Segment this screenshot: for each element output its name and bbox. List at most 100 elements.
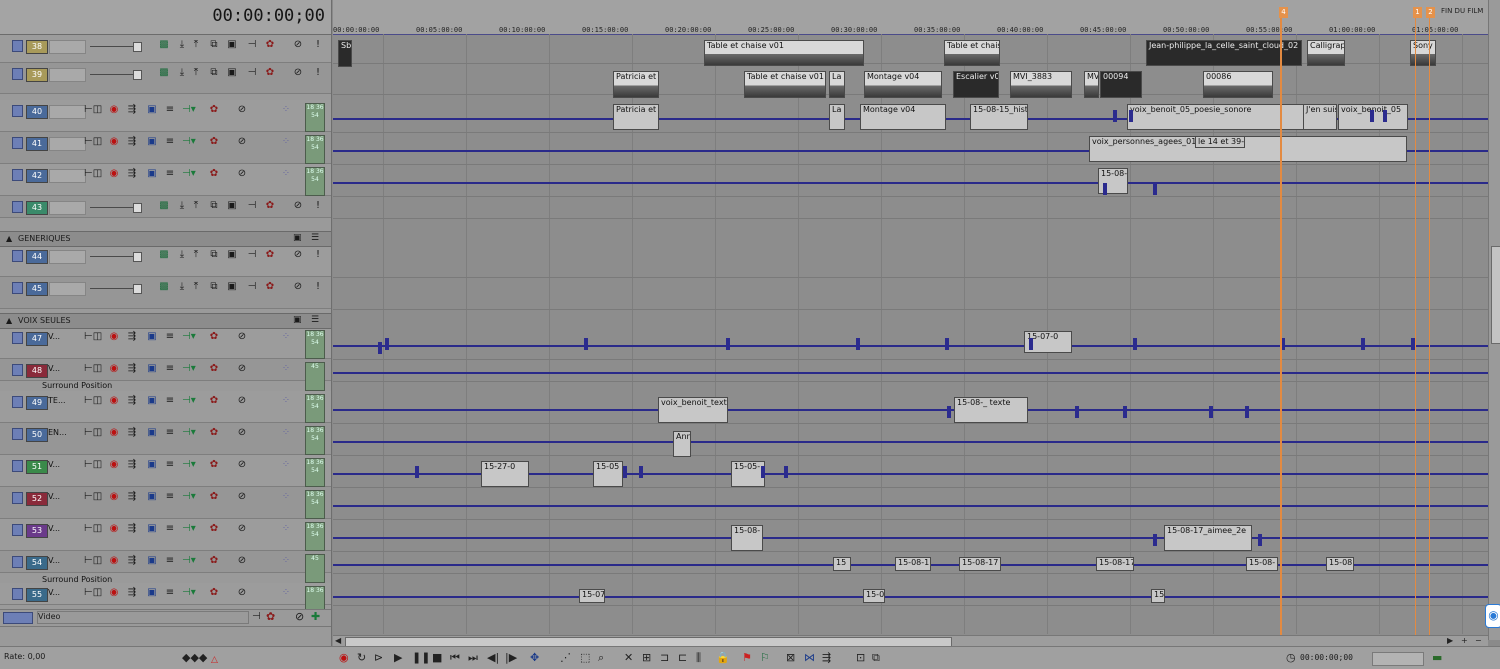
input-icon[interactable]: ⊣▾ — [182, 555, 196, 567]
media-clip[interactable]: voix_personnes_agees_01 — [1089, 136, 1407, 162]
automation-icon[interactable]: ⇶ — [126, 523, 138, 535]
automation-icon[interactable]: ⇶ — [126, 136, 138, 148]
media-clip[interactable]: MV — [1084, 71, 1099, 98]
media-clip[interactable]: le 14 et 39-45 — [1195, 136, 1245, 148]
envelope-keyframe[interactable] — [1245, 406, 1249, 418]
fx-icon[interactable]: ⊣ — [246, 200, 258, 212]
media-clip[interactable]: Table et chaise v01 — [704, 40, 864, 66]
pan-icon[interactable]: ⁘ — [280, 104, 292, 116]
split-icon[interactable]: ⫼ — [696, 651, 701, 665]
automation-icon[interactable]: ⇶ — [126, 168, 138, 180]
mute-icon[interactable]: ⊘ — [236, 523, 248, 535]
track-fx-icon[interactable]: ▣ — [146, 491, 158, 503]
vertical-scrollbar[interactable] — [1488, 0, 1500, 640]
envelope-icon[interactable]: ≡ — [164, 427, 176, 439]
trim-icon[interactable]: ⊞ — [642, 651, 651, 664]
volume-icon[interactable]: ⊢◫ — [84, 331, 102, 343]
compositing-child-icon[interactable]: ⤓ — [176, 249, 188, 261]
lock-envelopes-icon[interactable]: ⊡ — [856, 651, 865, 664]
gear-icon[interactable]: ✿ — [264, 281, 276, 293]
track-fx-icon[interactable]: ▣ — [146, 587, 158, 599]
media-clip[interactable]: voix_benoit_texte — [658, 397, 728, 423]
automation-icon[interactable]: ⇶ — [126, 459, 138, 471]
volume-icon[interactable]: ⊢◫ — [84, 555, 102, 567]
volume-icon[interactable]: ⊢◫ — [84, 491, 102, 503]
track-fx-icon[interactable]: ▣ — [146, 555, 158, 567]
chat-bubble-icon[interactable]: ◉ — [1485, 604, 1500, 628]
media-clip[interactable]: La m — [829, 104, 845, 130]
volume-icon[interactable]: ⊢◫ — [84, 523, 102, 535]
arm-record-icon[interactable]: ◉ — [108, 104, 120, 116]
mute-icon[interactable]: ⊘ — [236, 491, 248, 503]
gear-icon[interactable]: ✿ — [208, 459, 220, 471]
media-clip[interactable]: Table et chaise v01 — [744, 71, 826, 98]
composite-mode-icon[interactable]: ▣ — [226, 200, 238, 212]
scroll-left-icon[interactable]: ◀ — [335, 636, 341, 645]
envelope-icon[interactable]: ≡ — [164, 395, 176, 407]
compositing-parent-icon[interactable]: ⤒ — [190, 67, 202, 79]
automation-icon[interactable]: ⇶ — [126, 587, 138, 599]
envelope-icon[interactable]: ≡ — [164, 331, 176, 343]
track-fx-icon[interactable]: ▣ — [146, 136, 158, 148]
bypass-icon[interactable]: ⊘ — [295, 610, 304, 623]
volume-icon[interactable]: ⊢◫ — [84, 395, 102, 407]
mute-icon[interactable]: ⊘ — [236, 363, 248, 375]
automation-icon[interactable]: ⇶ — [126, 491, 138, 503]
automation-icon[interactable]: ⇶ — [126, 363, 138, 375]
gear-icon[interactable]: ✿ — [208, 363, 220, 375]
volume-envelope[interactable] — [333, 345, 1488, 347]
ignore-grouping-icon[interactable]: ⧉ — [872, 651, 880, 665]
track-fx-icon[interactable]: ▣ — [146, 331, 158, 343]
collapse-icon[interactable]: ▲ — [6, 316, 12, 325]
media-clip[interactable]: 00086 — [1203, 71, 1273, 98]
gear-icon[interactable]: ✿ — [208, 555, 220, 567]
group-header-voix-seules[interactable]: ▲ VOIX SEULES ▣ ☰ — [0, 313, 331, 329]
track-name-field[interactable] — [49, 137, 86, 151]
envelope-keyframe[interactable] — [761, 466, 765, 478]
media-clip[interactable]: 15-08- — [731, 525, 763, 551]
envelope-keyframe[interactable] — [1361, 338, 1365, 350]
track-header-45[interactable]: 45 ▩ ⤓ ⤒ ⧉ ▣ ⊣ ✿ ⊘! — [0, 277, 331, 309]
pan-icon[interactable]: ⁘ — [280, 459, 292, 471]
media-clip[interactable]: 15 — [1151, 589, 1165, 603]
input-icon[interactable]: ⊣▾ — [182, 587, 196, 599]
gear-icon[interactable]: ✿ — [208, 427, 220, 439]
mute-icon[interactable]: ⊘ — [292, 281, 304, 293]
volume-envelope[interactable] — [333, 596, 1488, 598]
gear-icon[interactable]: ✿ — [208, 395, 220, 407]
track-header-47[interactable]: 47 V... ⊢◫ ◉ ⇶ ▣ ≡ ⊣▾ ✿ ⊘ ⁘ 18 36 54 — [0, 327, 331, 359]
compositing-parent-icon[interactable]: ⤒ — [190, 200, 202, 212]
gear-icon[interactable]: ✿ — [208, 331, 220, 343]
media-clip[interactable]: voix_benoit_05_poesie_sonore — [1127, 104, 1305, 130]
track-grip-icon[interactable] — [12, 201, 23, 213]
track-grip-icon[interactable] — [12, 137, 23, 149]
envelope-keyframe[interactable] — [1370, 110, 1374, 122]
envelope-keyframe[interactable] — [378, 342, 382, 354]
track-header-44[interactable]: 44 ▩ ⤓ ⤒ ⧉ ▣ ⊣ ✿ ⊘! — [0, 245, 331, 277]
volume-icon[interactable]: ⊢◫ — [84, 136, 102, 148]
mute-icon[interactable]: ⊘ — [292, 200, 304, 212]
track-header-51[interactable]: 51 V... ⊢◫ ◉ ⇶ ▣ ≡ ⊣▾ ✿ ⊘ ⁘ 18 36 54 — [0, 455, 331, 487]
media-clip[interactable]: MVI_3883 — [1010, 71, 1072, 98]
track-header-41[interactable]: 41 ⊢◫ ◉ ⇶ ▣ ≡ ⊣▾ ✿ ⊘ ⁘ 18 36 54 — [0, 132, 331, 164]
automation-icon[interactable]: ⇶ — [126, 331, 138, 343]
automation-icon[interactable]: ⇶ — [126, 395, 138, 407]
track-name-field[interactable] — [49, 68, 86, 82]
opacity-slider[interactable] — [90, 42, 142, 52]
vertical-scroll-thumb[interactable] — [1491, 246, 1500, 344]
envelope-keyframe[interactable] — [1075, 406, 1079, 418]
envelope-keyframe[interactable] — [639, 466, 643, 478]
input-icon[interactable]: ⊣▾ — [182, 395, 196, 407]
track-name[interactable]: V... — [48, 364, 60, 373]
envelope-keyframe[interactable] — [1129, 110, 1133, 122]
envelope-keyframe[interactable] — [1103, 183, 1107, 195]
track-header-49[interactable]: 49 TE... ⊢◫ ◉ ⇶ ▣ ≡ ⊣▾ ✿ ⊘ ⁘ 18 36 54 — [0, 391, 331, 423]
envelope-icon[interactable]: ≡ — [164, 555, 176, 567]
envelope-keyframe[interactable] — [1029, 338, 1033, 350]
solo-icon[interactable]: ! — [312, 281, 324, 293]
envelope-icon[interactable]: ≡ — [164, 363, 176, 375]
track-grip-icon[interactable] — [12, 250, 23, 262]
solo-icon[interactable]: ! — [312, 39, 324, 51]
media-clip[interactable]: Escalier v02 — [953, 71, 999, 98]
group-options-icon[interactable]: ▣ — [293, 233, 302, 243]
